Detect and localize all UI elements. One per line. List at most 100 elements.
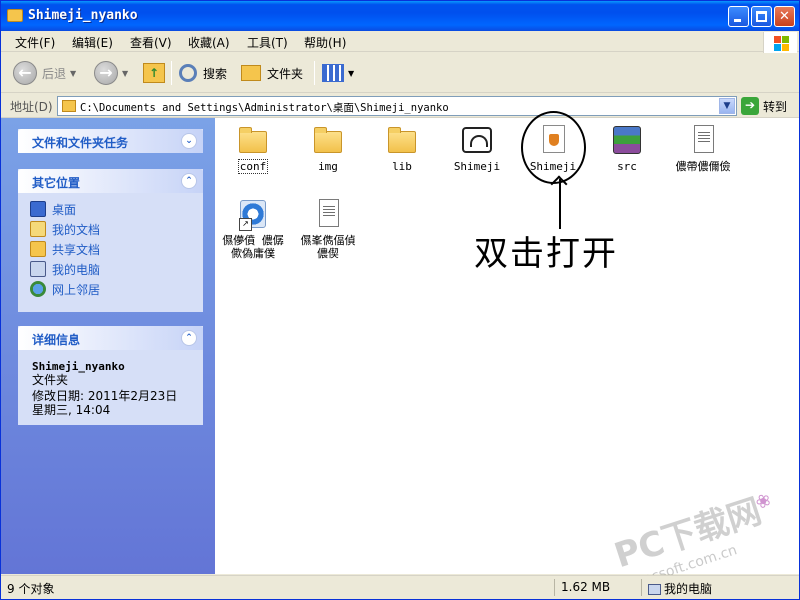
chevron-down-icon[interactable]: ▼: [719, 98, 735, 114]
internet-shortcut-icon: [236, 198, 270, 231]
menu-help[interactable]: 帮助(H): [304, 34, 346, 51]
forward-button[interactable]: → ▼: [94, 59, 128, 87]
chevron-up-icon[interactable]: ⌃: [181, 173, 197, 189]
status-divider: [641, 579, 642, 596]
file-label: 儑峯儁偪偵 儂偰: [300, 234, 356, 260]
file-label: 儑儚僨 儂僝 僛偽庸僕: [222, 234, 284, 260]
back-button[interactable]: ← 后退 ▼: [13, 59, 76, 87]
file-item-readme[interactable]: 儂帶儂儞儉: [665, 124, 741, 173]
other-places-header[interactable]: 其它位置 ⌃: [18, 169, 203, 193]
toolbar-separator: [171, 61, 172, 85]
title-bar[interactable]: Shimeji_nyanko ✕: [1, 1, 799, 31]
chevron-down-icon[interactable]: ▼: [70, 69, 76, 78]
minimize-button[interactable]: [728, 6, 749, 27]
file-tasks-panel: 文件和文件夹任务 ⌄: [18, 129, 203, 153]
place-my-computer[interactable]: 我的电脑: [30, 259, 203, 279]
windows-logo-icon: [763, 32, 797, 54]
close-icon: ✕: [779, 9, 790, 24]
window-title: Shimeji_nyanko: [28, 8, 138, 23]
file-item-img[interactable]: img: [290, 124, 366, 173]
folder-icon: [311, 124, 345, 156]
status-bar: 9 个对象 1.62 MB 我的电脑: [1, 575, 799, 599]
file-item-text[interactable]: 儑峯儁偪偵 儂偰: [290, 198, 366, 260]
chevron-down-icon[interactable]: ▼: [348, 69, 354, 78]
back-arrow-icon: ←: [13, 61, 37, 85]
detail-modified: 修改日期: 2011年2月23日: [32, 389, 178, 403]
detail-name: Shimeji_nyanko: [32, 360, 125, 373]
file-label: conf: [237, 159, 269, 174]
file-item-src[interactable]: src: [589, 124, 665, 173]
views-button[interactable]: ▼: [322, 59, 354, 87]
menu-favorites[interactable]: 收藏(A): [188, 34, 230, 51]
other-places-panel: 其它位置 ⌃ 桌面 我的文档 共享文档 我的电脑 网上邻居: [18, 169, 203, 312]
menu-edit[interactable]: 编辑(E): [72, 34, 113, 51]
go-button[interactable]: ➔ 转到: [741, 97, 787, 115]
text-document-icon: [686, 124, 720, 156]
address-label: 地址(D): [10, 100, 53, 114]
annotation-text: 双击打开: [474, 234, 618, 274]
folder-icon: [30, 241, 46, 257]
application-icon: [460, 124, 494, 156]
place-label: 桌面: [52, 202, 77, 217]
status-divider: [554, 579, 555, 596]
folders-label: 文件夹: [267, 66, 304, 81]
search-icon: [179, 64, 197, 82]
maximize-icon: [756, 11, 767, 22]
panel-title: 其它位置: [32, 176, 81, 190]
address-path: C:\Documents and Settings\Administrator\…: [80, 102, 449, 114]
address-bar: 地址(D) C:\Documents and Settings\Administ…: [1, 94, 799, 118]
file-tasks-header[interactable]: 文件和文件夹任务 ⌄: [18, 129, 203, 153]
chevron-down-icon[interactable]: ▼: [122, 69, 128, 78]
toolbar: ← 后退 ▼ → ▼ ↑ 搜索 文件夹 ▼: [1, 53, 799, 93]
maximize-button[interactable]: [751, 6, 772, 27]
detail-modified-time: 星期三, 14:04: [32, 403, 111, 417]
folder-up-icon: ↑: [143, 63, 165, 83]
folder-icon: [385, 124, 419, 156]
folder-icon: [241, 65, 261, 81]
documents-icon: [30, 221, 46, 237]
minimize-icon: [734, 19, 741, 22]
file-item-shortcut[interactable]: 儑儚僨 儂僝 僛偽庸僕: [215, 198, 291, 260]
menu-tools[interactable]: 工具(T): [247, 34, 288, 51]
place-desktop[interactable]: 桌面: [30, 199, 203, 219]
details-header[interactable]: 详细信息 ⌃: [18, 326, 203, 350]
chevron-down-icon[interactable]: ⌄: [181, 133, 197, 149]
annotation-circle: [521, 111, 586, 184]
menu-view[interactable]: 查看(V): [130, 34, 172, 51]
menu-file[interactable]: 文件(F): [15, 34, 55, 51]
folders-button[interactable]: 文件夹: [241, 59, 303, 87]
file-item-shimeji-exe[interactable]: Shimeji: [439, 124, 515, 173]
network-icon: [30, 281, 46, 297]
computer-icon: [648, 584, 661, 595]
folder-icon: [236, 124, 270, 156]
file-item-lib[interactable]: lib: [364, 124, 440, 173]
chevron-up-icon[interactable]: ⌃: [181, 330, 197, 346]
place-my-documents[interactable]: 我的文档: [30, 219, 203, 239]
place-label: 共享文档: [52, 242, 101, 257]
close-button[interactable]: ✕: [774, 6, 795, 27]
place-shared-documents[interactable]: 共享文档: [30, 239, 203, 259]
address-input[interactable]: C:\Documents and Settings\Administrator\…: [57, 96, 737, 116]
file-label: Shimeji: [453, 160, 501, 173]
text-document-icon: [311, 198, 345, 230]
place-network[interactable]: 网上邻居: [30, 279, 203, 299]
annotation-arrow: [559, 179, 561, 229]
search-button[interactable]: 搜索: [179, 59, 227, 87]
file-item-conf[interactable]: conf: [215, 124, 291, 174]
status-objects: 9 个对象: [7, 582, 55, 596]
desktop-icon: [30, 201, 46, 217]
go-label: 转到: [763, 99, 788, 114]
file-label: lib: [392, 160, 412, 173]
explorer-window: Shimeji_nyanko ✕ 文件(F) 编辑(E) 查看(V) 收藏(A)…: [0, 0, 800, 600]
status-location: 我的电脑: [648, 580, 712, 597]
up-button[interactable]: ↑: [143, 59, 165, 87]
search-label: 搜索: [203, 66, 228, 81]
archive-icon: [610, 124, 644, 156]
computer-icon: [30, 261, 46, 277]
file-label: img: [318, 160, 338, 173]
file-label: src: [617, 160, 637, 173]
forward-arrow-icon: →: [94, 61, 118, 85]
file-label: 儂帶儂儞儉: [675, 160, 731, 173]
views-grid-icon: [322, 64, 344, 82]
toolbar-separator: [314, 61, 315, 85]
